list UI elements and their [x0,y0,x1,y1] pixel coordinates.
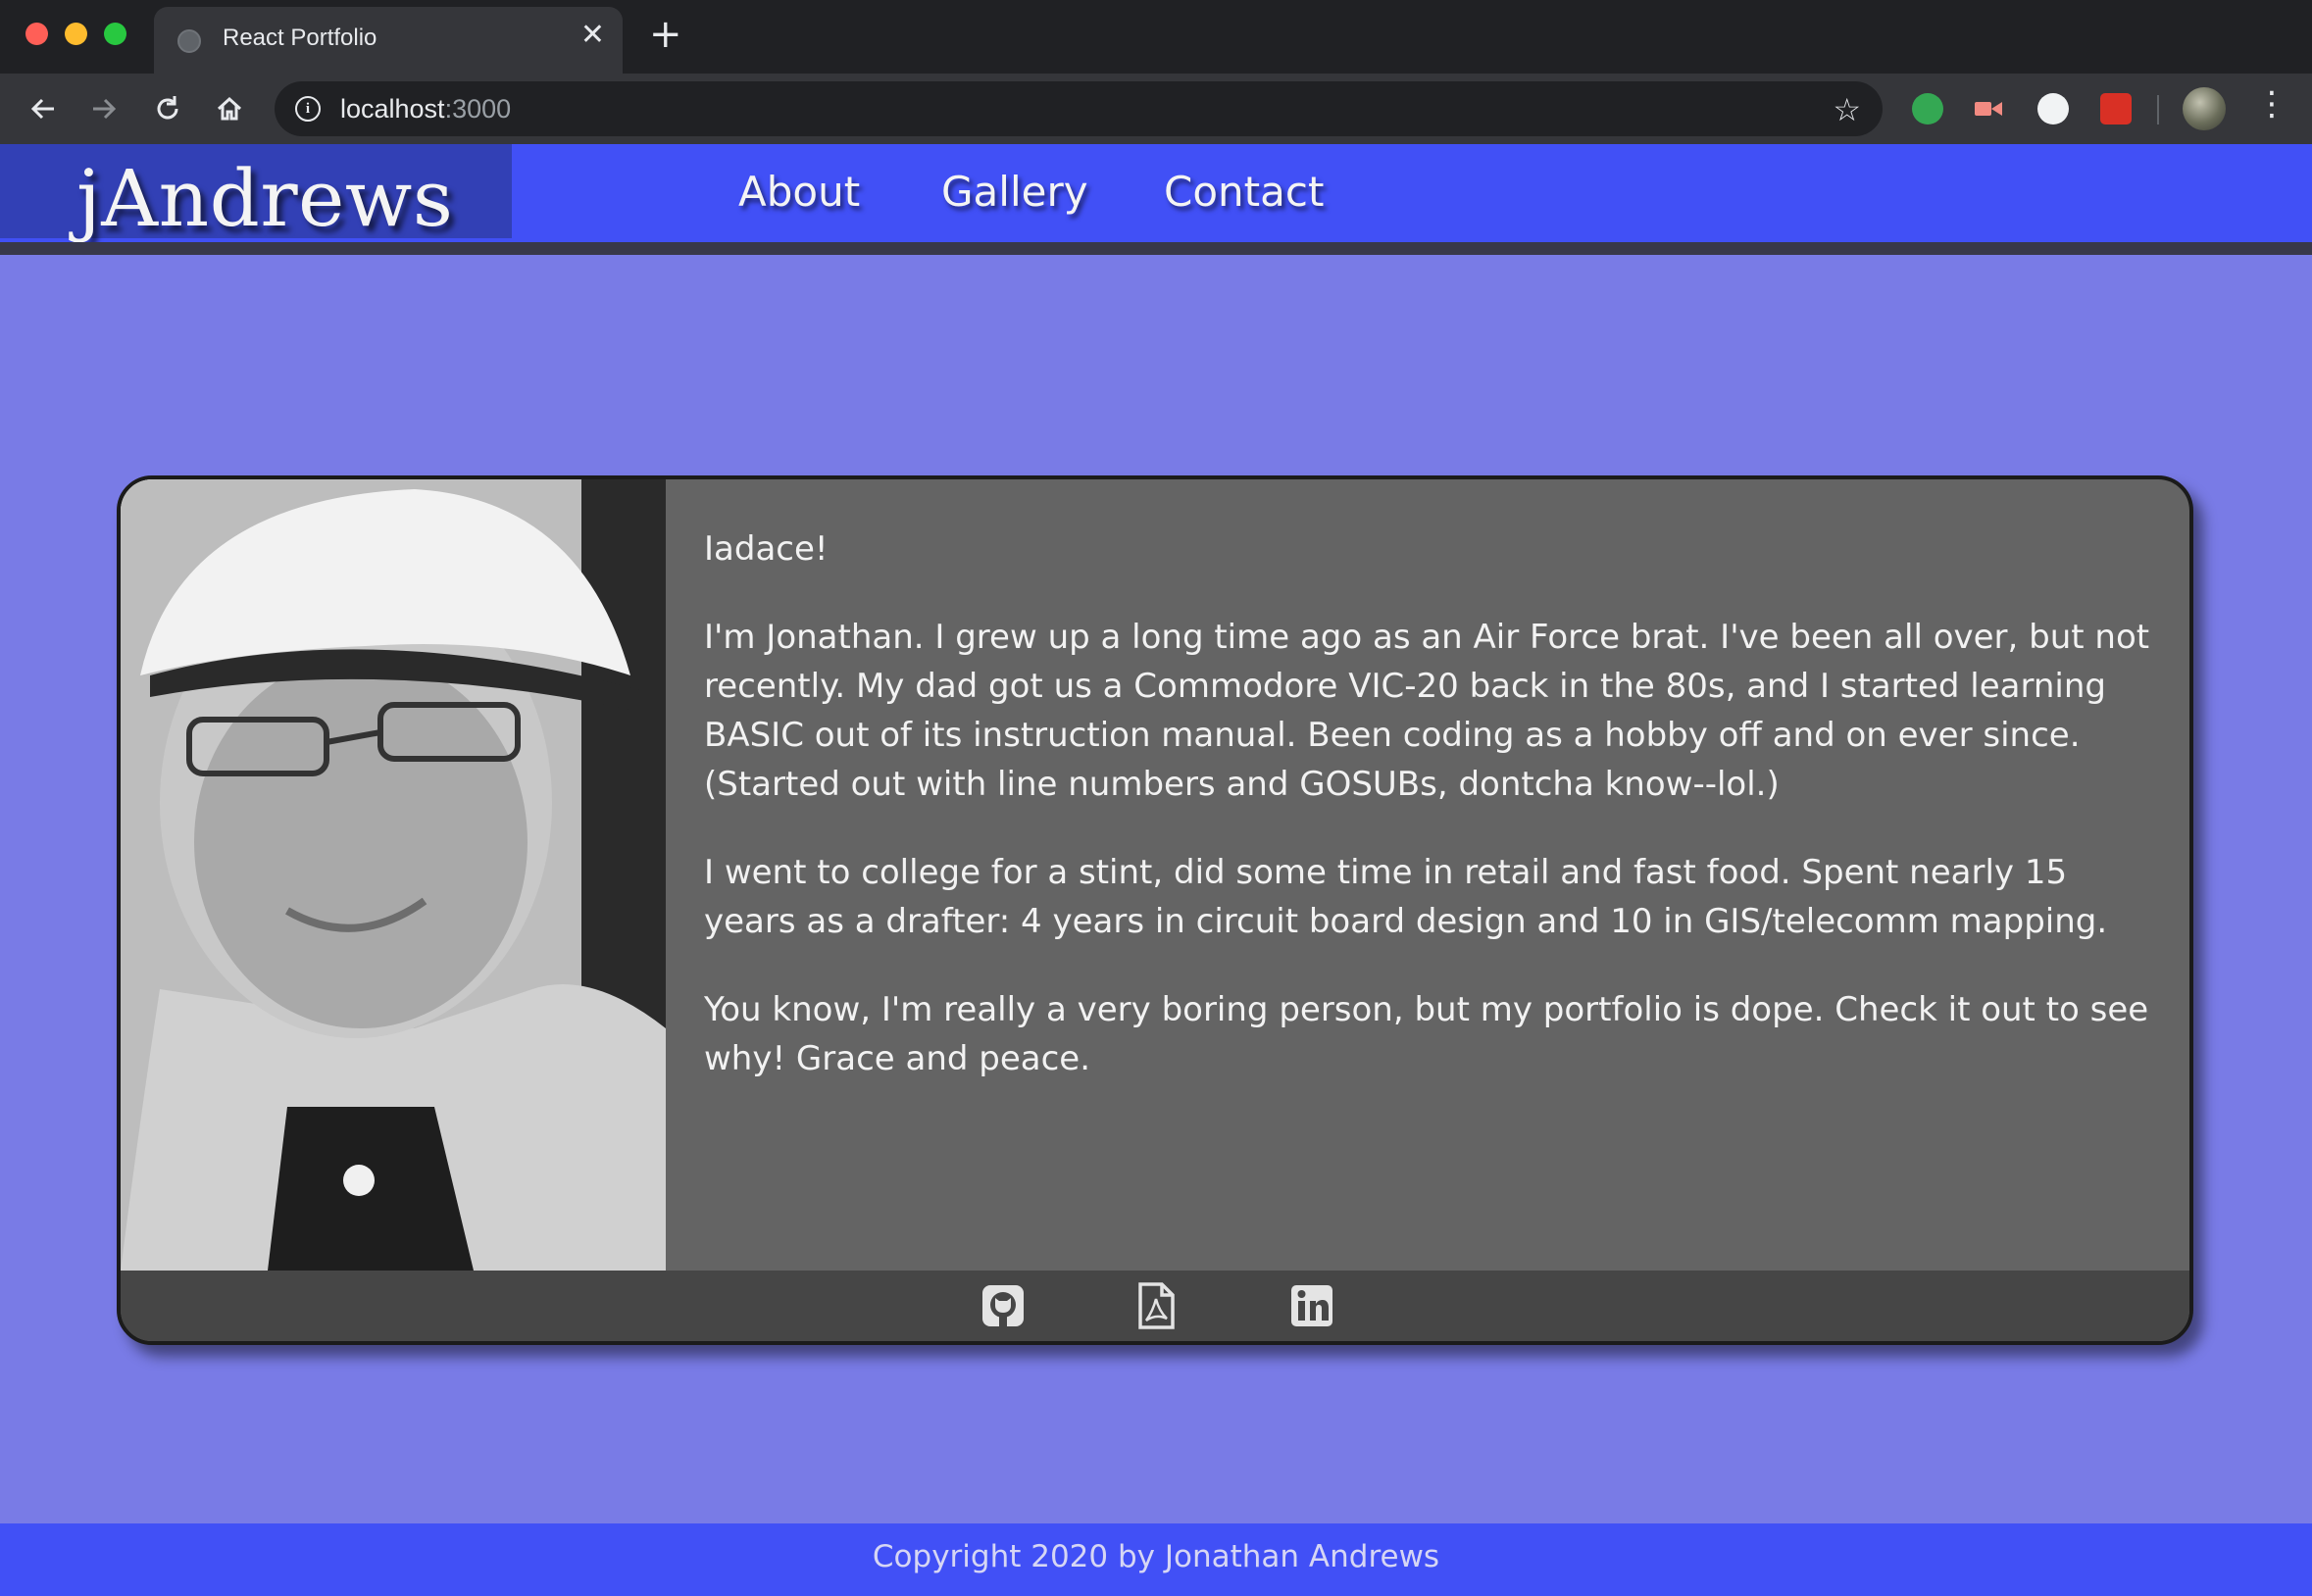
globe-icon [177,29,201,53]
forward-icon[interactable] [84,89,124,128]
url-text: localhost:3000 [340,94,512,124]
site-logo-text[interactable]: jAndrews [76,156,453,242]
address-bar[interactable]: i localhost:3000 ☆ [275,81,1883,136]
brand-box: jAndrews [0,144,512,242]
nav-about[interactable]: About [738,168,860,216]
header-underbar [0,242,2312,255]
close-window-button[interactable] [25,23,48,45]
json-extension-icon[interactable] [2037,93,2069,125]
bookmark-star-icon[interactable]: ☆ [1833,91,1861,128]
social-links-bar [121,1271,2189,1341]
copyright-text: Copyright 2020 by Jonathan Andrews [872,1539,1440,1574]
github-icon[interactable] [979,1281,1028,1330]
home-icon[interactable] [210,89,249,128]
linkedin-icon[interactable] [1287,1281,1336,1330]
about-card: Iadace! I'm Jonathan. I grew up a long t… [117,475,2193,1345]
back-icon[interactable] [24,89,63,128]
greeting: Iadace! [704,529,829,569]
react-devtools-icon[interactable] [2100,93,2132,125]
site-header: jAndrews About Gallery Contact [0,144,2312,242]
maximize-window-button[interactable] [104,23,126,45]
bio-paragraph: I went to college for a stint, did some … [704,853,2108,941]
bio-paragraph: I'm Jonathan. I grew up a long time ago … [704,618,2150,804]
profile-avatar[interactable] [2183,87,2226,130]
tab-title: React Portfolio [223,25,377,51]
toolbar-divider [2157,95,2159,125]
pdf-resume-icon[interactable] [1131,1281,1181,1330]
info-icon[interactable]: i [295,96,321,122]
profile-photo [121,479,666,1271]
browser-tab[interactable]: React Portfolio ✕ [154,7,623,74]
browser-toolbar: i localhost:3000 ☆ ⋮ [0,74,2312,144]
chrome-menu-icon[interactable]: ⋮ [2255,87,2288,121]
close-tab-icon[interactable]: ✕ [580,21,605,50]
nav-contact[interactable]: Contact [1164,168,1324,216]
grammarly-extension-icon[interactable] [1912,93,1943,125]
minimize-window-button[interactable] [65,23,87,45]
new-tab-button[interactable]: + [649,15,682,54]
reload-icon[interactable] [148,89,187,128]
about-text: Iadace! I'm Jonathan. I grew up a long t… [704,524,2165,1122]
video-extension-icon[interactable] [1973,93,2004,125]
bio-paragraph: You know, I'm really a very boring perso… [704,990,2149,1078]
page-footer: Copyright 2020 by Jonathan Andrews [0,1523,2312,1596]
browser-tab-strip: React Portfolio ✕ + [0,0,2312,74]
nav-gallery[interactable]: Gallery [941,168,1088,216]
